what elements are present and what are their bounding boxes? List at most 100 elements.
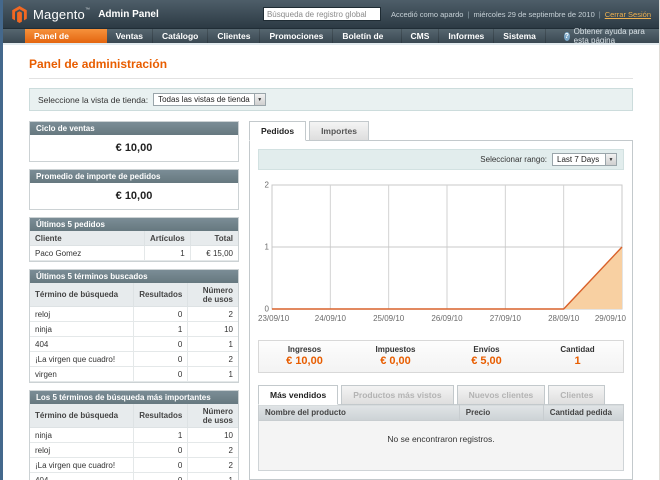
- store-view-label: Seleccione la vista de tienda:: [38, 95, 148, 105]
- stat-impuestos: Impuestos € 0,00: [350, 345, 441, 367]
- nav-item-clientes[interactable]: Clientes: [208, 29, 260, 43]
- table-row[interactable]: 404 0 1: [30, 473, 238, 480]
- stat-label: Ingresos: [259, 345, 350, 354]
- svg-text:23/09/10: 23/09/10: [258, 314, 290, 323]
- orders-chart: 01223/09/1024/09/1025/09/1026/09/1027/09…: [258, 179, 624, 332]
- table-header-row: Término de búsqueda Resultados Número de…: [30, 404, 238, 428]
- logout-link[interactable]: Cerrar Sesión: [605, 10, 651, 19]
- app-title: Admin Panel: [98, 9, 159, 20]
- table-cell: 0: [134, 352, 188, 367]
- top-header: Magento™ Admin Panel Accedió como apardo…: [3, 0, 659, 28]
- store-view-select[interactable]: Todas las vistas de tienda▼: [153, 93, 266, 106]
- table-cell: 2: [188, 352, 238, 367]
- table-cell: 10: [188, 322, 238, 337]
- table-row[interactable]: ninja 1 10: [30, 322, 238, 337]
- store-view-value: Todas las vistas de tienda: [154, 94, 254, 105]
- tab-importes[interactable]: Importes: [309, 121, 369, 141]
- orders-chart-svg: 01223/09/1024/09/1025/09/1026/09/1027/09…: [258, 179, 626, 327]
- column-header: Nombre del producto: [259, 405, 460, 421]
- table-cell: 1: [144, 246, 190, 261]
- orders-panel: Seleccionar rango: Last 7 Days▼ 01223/09…: [249, 140, 633, 480]
- column-header: Artículos: [144, 231, 190, 246]
- svg-text:27/09/10: 27/09/10: [490, 314, 522, 323]
- products-tabs: Más vendidos Productos más vistos Nuevos…: [258, 385, 624, 404]
- tab-pedidos[interactable]: Pedidos: [249, 121, 306, 141]
- column-header: Término de búsqueda: [30, 404, 134, 428]
- empty-message: No se encontraron registros.: [259, 421, 624, 471]
- svg-text:2: 2: [265, 181, 270, 190]
- stat-value: € 0,00: [350, 355, 441, 367]
- range-select[interactable]: Last 7 Days▼: [552, 153, 617, 166]
- tab-mas-vendidos[interactable]: Más vendidos: [258, 385, 338, 405]
- table-cell: ¡La virgen que cuadro!: [30, 458, 134, 473]
- table-cell: 2: [188, 307, 238, 322]
- box-title: Últimos 5 pedidos: [30, 218, 238, 231]
- help-link[interactable]: ? Obtener ayuda para esta página: [564, 29, 659, 43]
- current-date: miércoles 29 de septiembre de 2010: [473, 10, 594, 19]
- store-view-bar: Seleccione la vista de tienda: Todas las…: [29, 88, 633, 111]
- separator: |: [599, 10, 601, 19]
- table-cell: 0: [134, 443, 188, 458]
- table-row[interactable]: reloj 0 2: [30, 443, 238, 458]
- table-row[interactable]: ¡La virgen que cuadro! 0 2: [30, 352, 238, 367]
- tab-nuevos-clientes[interactable]: Nuevos clientes: [457, 385, 546, 405]
- last-orders-box: Últimos 5 pedidos Cliente Artículos Tota…: [29, 217, 239, 262]
- table-header-row: Término de búsqueda Resultados Número de…: [30, 283, 238, 307]
- average-orders-value: € 10,00: [30, 183, 238, 209]
- table-row[interactable]: ¡La virgen que cuadro! 0 2: [30, 458, 238, 473]
- nav-item-dashboard[interactable]: Panel de administración: [25, 29, 107, 43]
- nav-item-boletin[interactable]: Boletín de noticias: [333, 29, 401, 43]
- nav-item-informes[interactable]: Informes: [439, 29, 494, 43]
- nav-item-catalogo[interactable]: Catálogo: [153, 29, 208, 43]
- column-header: Precio: [459, 405, 543, 421]
- logo-wordmark: Magento™: [33, 7, 90, 22]
- nav-spacer: [546, 29, 564, 43]
- table-cell: 0: [134, 307, 188, 322]
- box-title: Los 5 términos de búsqueda más important…: [30, 391, 238, 404]
- range-label: Seleccionar rango:: [480, 155, 547, 164]
- nav-item-promociones[interactable]: Promociones: [260, 29, 333, 43]
- tab-clientes[interactable]: Clientes: [548, 385, 605, 405]
- table-cell: € 15,00: [190, 246, 238, 261]
- column-header: Resultados: [134, 283, 188, 307]
- tab-productos-mas-vistos[interactable]: Productos más vistos: [341, 385, 453, 405]
- nav-item-cms[interactable]: CMS: [402, 29, 440, 43]
- top-search-terms-table: Término de búsqueda Resultados Número de…: [30, 404, 238, 480]
- range-value: Last 7 Days: [553, 154, 605, 165]
- column-header: Cantidad pedida: [543, 405, 623, 421]
- top-search-terms-box: Los 5 términos de búsqueda más important…: [29, 390, 239, 480]
- stat-label: Envíos: [441, 345, 532, 354]
- box-title: Promedio de importe de pedidos: [30, 170, 238, 183]
- table-cell: virgen: [30, 367, 134, 382]
- totals-bar: Ingresos € 10,00 Impuestos € 0,00 Envíos…: [258, 340, 624, 373]
- average-orders-box: Promedio de importe de pedidos € 10,00: [29, 169, 239, 210]
- nav-item-sistema[interactable]: Sistema: [494, 29, 546, 43]
- table-cell: 404: [30, 473, 134, 480]
- admin-window: Magento™ Admin Panel Accedió como apardo…: [0, 0, 660, 480]
- magento-logo: Magento™ Admin Panel: [11, 5, 159, 24]
- dashboard-main: Pedidos Importes Seleccionar rango: Last…: [249, 121, 633, 480]
- column-header: Número de usos: [188, 404, 238, 428]
- table-header-row: Cliente Artículos Total: [30, 231, 238, 246]
- svg-text:26/09/10: 26/09/10: [431, 314, 463, 323]
- magento-logo-icon: [11, 5, 28, 24]
- table-row[interactable]: 404 0 1: [30, 337, 238, 352]
- table-cell: 404: [30, 337, 134, 352]
- help-icon: ?: [564, 32, 570, 41]
- table-row[interactable]: virgen 0 1: [30, 367, 238, 382]
- table-cell: 10: [188, 428, 238, 443]
- table-row[interactable]: Paco Gomez 1 € 15,00: [30, 246, 238, 261]
- lifetime-sales-value: € 10,00: [30, 135, 238, 161]
- table-cell: ninja: [30, 322, 134, 337]
- table-cell: 0: [134, 473, 188, 480]
- dashboard-sidebar: Ciclo de ventas € 10,00 Promedio de impo…: [29, 121, 239, 480]
- orders-tabs: Pedidos Importes: [249, 121, 633, 140]
- table-cell: Paco Gomez: [30, 246, 144, 261]
- dropdown-arrow-icon: ▼: [605, 154, 616, 165]
- global-search-input[interactable]: [263, 7, 381, 21]
- table-row[interactable]: ninja 1 10: [30, 428, 238, 443]
- table-row[interactable]: reloj 0 2: [30, 307, 238, 322]
- nav-item-ventas[interactable]: Ventas: [107, 29, 153, 43]
- box-title: Últimos 5 términos buscados: [30, 270, 238, 283]
- page-content: Panel de administración Seleccione la vi…: [3, 45, 659, 480]
